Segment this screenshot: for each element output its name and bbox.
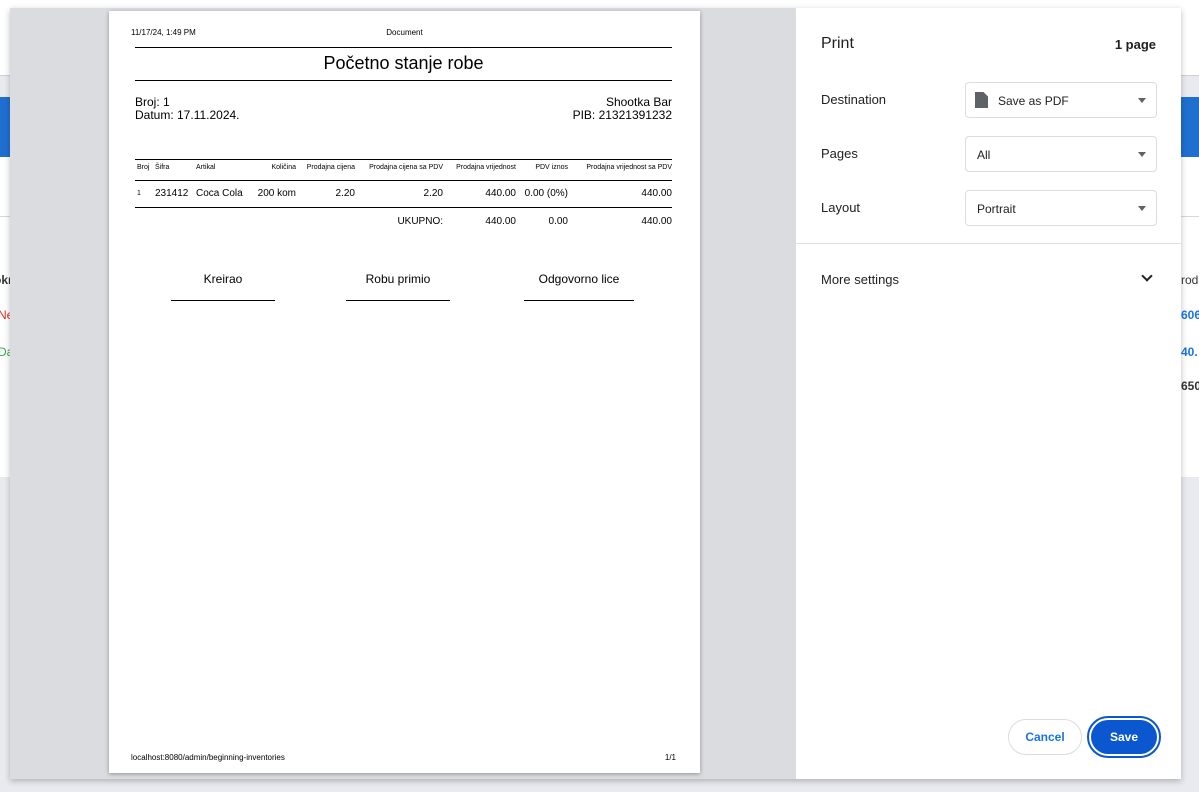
background-divider [0,216,10,217]
destination-select[interactable]: Save as PDF [965,82,1157,118]
caret-down-icon [1138,152,1146,157]
info-left: Broj: 1 Datum: 17.11.2024. [135,96,240,122]
destination-label: Destination [821,92,887,107]
print-preview-area: 11/17/24, 1:49 PM Document Početno stanj… [10,8,796,779]
title-rule-bottom [135,80,672,81]
table-rule-bottom [135,207,672,208]
info-right: Shootka Bar PIB: 21321391232 [573,96,672,122]
background-divider [1181,216,1199,217]
signature-label: Robu primio [365,272,431,286]
preview-page: 11/17/24, 1:49 PM Document Početno stanj… [109,11,700,773]
table-cell: 231412 [155,188,189,199]
caret-down-icon [1138,206,1146,211]
table-header-cell: Šifra [155,164,170,171]
table-rule-top [135,159,672,160]
destination-value: Save as PDF [998,94,1069,108]
totals-pdv-iznos: 0.00 [548,216,568,227]
page-count: 1 page [1114,37,1156,52]
table-header-cell: Prodajna vrijednost [456,164,516,171]
pages-label: Pages [821,146,858,161]
table-cell: 2.20 [423,188,443,199]
save-button-label: Save [1091,720,1157,754]
layout-label: Layout [821,200,861,215]
chevron-down-icon[interactable] [1141,270,1153,282]
print-dialog: 11/17/24, 1:49 PM Document Početno stanj… [10,8,1181,779]
table-header-cell: Prodajna cijena sa PDV [369,164,443,171]
background-value-fragment: 606 [1181,308,1199,322]
signature-label: Odgovorno lice [538,272,620,286]
page-footer-url: localhost:8080/admin/beginning-inventori… [131,753,285,762]
save-button[interactable]: Save [1087,716,1161,758]
layout-value: Portrait [977,202,1016,216]
table-cell: 2.20 [335,188,355,199]
signature-line [346,300,450,301]
panel-title: Print [821,35,854,52]
document-title: Početno stanje robe [323,53,484,73]
title-rule-top [135,47,672,48]
info-datum: Datum: 17.11.2024. [135,108,240,122]
caret-down-icon [1138,98,1146,103]
signature-label: Kreirao [203,272,243,286]
pages-select[interactable]: All [965,136,1157,172]
table-header-cell: PDV iznos [535,164,568,171]
table-cell: 200 kom [257,188,296,199]
panel-divider [796,243,1181,244]
print-settings-panel: Print 1 page Destination Save as PDF Pag… [796,8,1181,779]
totals-prodajna-vrijednost: 440.00 [485,216,516,227]
background-value-fragment: 40. [1181,345,1198,359]
totals-label: UKUPNO: [397,216,443,227]
info-pib: PIB: 21321391232 [572,108,672,122]
signature-line [171,300,275,301]
table-header-cell: Prodajna cijena [306,164,355,171]
document-icon [975,92,988,108]
table-header-cell: Prodajna vrijednost sa PDV [586,164,672,171]
cancel-button[interactable]: Cancel [1008,719,1082,755]
table-cell: Coca Cola [196,188,243,199]
table-header-cell: Artikal [196,164,216,171]
signature-line [524,300,634,301]
page-footer-number: 1/1 [664,753,676,762]
table-cell: 0.00 (0%) [524,188,568,199]
page-header-title: Document [386,28,423,37]
table-header-cell: Broj [137,164,150,171]
layout-select[interactable]: Portrait [965,190,1157,226]
more-settings-toggle[interactable]: More settings [821,272,899,287]
background-header-fragment: roda [1181,273,1199,287]
table-cell: 440.00 [485,188,516,199]
background-value-fragment: 650 [1181,379,1199,393]
table-cell: 1 [137,190,141,197]
table-header-rule [135,180,672,181]
table-cell: 440.00 [641,188,672,199]
table-header-cell: Količina [271,164,296,171]
pages-value: All [977,148,991,162]
totals-prodajna-vrijednost-sa-pdv: 440.00 [641,216,672,227]
